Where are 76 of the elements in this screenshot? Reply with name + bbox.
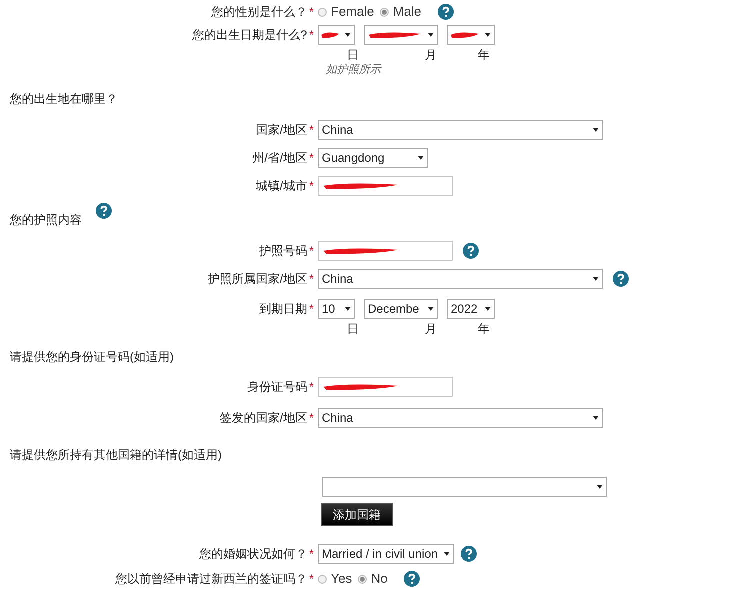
field-label: 到期日期 (259, 301, 308, 318)
help-icon[interactable] (96, 203, 112, 219)
caret-icon (418, 156, 424, 160)
unit-label: 日 (347, 47, 359, 62)
required-mark: * (309, 301, 314, 318)
field-label: 国家/地区 (256, 122, 308, 139)
dropdown[interactable]: China (318, 120, 603, 140)
dropdown[interactable] (364, 25, 438, 45)
dropdown[interactable]: China (318, 408, 603, 428)
input-field[interactable] (318, 176, 453, 196)
field-label: 护照所属国家/地区 (208, 271, 308, 288)
dropdown[interactable]: Decembe (364, 299, 438, 319)
required-mark: * (309, 410, 314, 427)
dropdown[interactable]: Guangdong (318, 148, 428, 168)
input-field[interactable] (318, 241, 453, 261)
caret-icon (444, 552, 450, 556)
option-label: Male (393, 3, 422, 22)
caret-icon (597, 485, 603, 489)
required-mark: * (309, 4, 314, 21)
required-mark: * (309, 150, 314, 167)
field-label: 身份证号码 (247, 379, 308, 396)
required-mark: * (309, 178, 314, 195)
dropdown[interactable]: 2022 (447, 299, 495, 319)
section-heading: 您的护照内容 (10, 212, 82, 229)
field-label: 签发的国家/地区 (220, 410, 308, 427)
help-icon[interactable] (438, 4, 454, 20)
field-label: 州/省/地区 (252, 150, 308, 167)
add-nationality-button[interactable]: 添加国籍 (321, 503, 393, 526)
required-mark: * (309, 546, 314, 563)
required-mark: * (309, 243, 314, 260)
field-label: 您的出生日期是什么? (192, 27, 308, 44)
caret-icon (593, 277, 599, 281)
radio-button[interactable] (358, 574, 368, 584)
help-icon[interactable] (463, 243, 479, 259)
option-label: Female (331, 3, 374, 22)
dropdown[interactable]: China (318, 269, 603, 289)
option-label: Yes (331, 570, 352, 588)
dropdown[interactable]: Married / in civil union (318, 544, 454, 564)
option-label: No (371, 570, 388, 588)
radio-button[interactable] (380, 8, 390, 16)
field-label: 城镇/城市 (256, 178, 308, 195)
unit-label: 月 (425, 321, 437, 336)
dropdown[interactable]: 10 (318, 299, 355, 319)
help-icon[interactable] (404, 571, 420, 587)
caret-icon (345, 307, 351, 311)
radio-button[interactable] (318, 8, 327, 16)
unit-label: 日 (347, 321, 359, 336)
required-mark: * (309, 571, 314, 588)
caret-icon (593, 416, 599, 420)
caret-icon (428, 33, 434, 37)
field-label: 护照号码 (259, 243, 308, 260)
help-icon[interactable] (461, 546, 477, 562)
unit-label: 年 (478, 321, 490, 336)
unit-label: 月 (425, 47, 437, 62)
radio-button[interactable] (318, 574, 327, 584)
required-mark: * (309, 122, 314, 139)
input-field[interactable] (318, 377, 453, 397)
section-heading: 您的出生地在哪里？ (10, 91, 118, 108)
field-label: 您的性别是什么？ (211, 4, 308, 21)
caret-icon (593, 128, 599, 132)
caret-icon (345, 33, 351, 37)
dropdown[interactable] (318, 25, 355, 45)
required-mark: * (309, 27, 314, 44)
required-mark: * (309, 379, 314, 396)
field-label: 您以前曾经申请过新西兰的签证吗？ (115, 571, 308, 588)
unit-label: 年 (478, 47, 490, 62)
field-label: 您的婚姻状况如何？ (199, 546, 308, 563)
caret-icon (428, 307, 434, 311)
caret-icon (485, 33, 491, 37)
required-mark: * (309, 271, 314, 288)
help-icon[interactable] (613, 271, 629, 287)
section-heading: 请提供您所持有其他国籍的详情(如适用) (10, 447, 222, 464)
dropdown[interactable] (447, 25, 495, 45)
hint-text: 如护照所示 (326, 62, 381, 78)
caret-icon (485, 307, 491, 311)
section-heading: 请提供您的身份证号码(如适用) (10, 349, 174, 366)
